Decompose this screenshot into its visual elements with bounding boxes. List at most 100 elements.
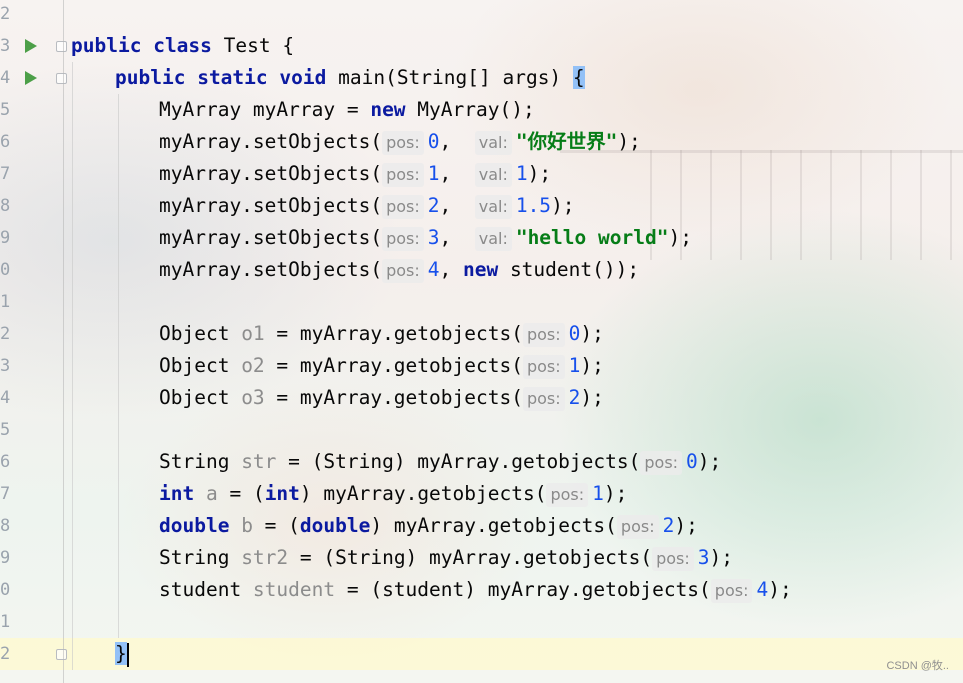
code-text: MyArray myArray = <box>159 98 371 121</box>
parameter-hint: val: <box>474 195 512 219</box>
parameter-hint: pos: <box>382 131 424 155</box>
code-text: = ( <box>252 514 300 537</box>
keyword: new <box>462 258 499 281</box>
unused-variable: o1 <box>241 322 265 345</box>
line-number: 4 <box>0 68 11 88</box>
parameter-hint: pos: <box>522 387 565 411</box>
code-text: ); <box>697 450 722 473</box>
unused-variable: str <box>241 450 277 473</box>
parameter-hint: pos: <box>522 355 565 379</box>
code-text: = myArray.getobjects( <box>264 322 523 345</box>
keyword: class <box>153 34 212 57</box>
string-literal: "hello world" <box>515 226 669 249</box>
indent-guide <box>118 94 119 638</box>
code-line[interactable]: myArray.setObjects(pos: 1, val: 1); <box>159 158 551 190</box>
string-literal: "你好世界" <box>515 130 618 153</box>
code-line[interactable]: myArray.setObjects(pos: 3, val: "hello wor… <box>159 222 692 254</box>
code-line[interactable]: myArray.setObjects(pos: 4, new student())… <box>159 254 639 286</box>
line-number: 0 <box>0 260 11 280</box>
code-line[interactable]: String str2 = (String) myArray.getobject… <box>159 542 733 574</box>
code-line[interactable]: student student = (student) myArray.geto… <box>159 574 792 606</box>
line-number: 7 <box>0 164 11 184</box>
unused-variable: o3 <box>241 386 265 409</box>
code-text: student()); <box>498 258 640 281</box>
code-line[interactable]: double b = (double) myArray.getobjects(p… <box>159 510 698 542</box>
keyword: double <box>159 514 230 537</box>
code-line[interactable]: Object o1 = myArray.getobjects(pos: 0); <box>159 318 604 350</box>
code-line[interactable]: public class Test { <box>71 30 294 62</box>
parameter-hint: pos: <box>616 515 659 539</box>
number-literal: 1 <box>427 162 440 185</box>
code-text: ); <box>674 514 698 537</box>
gutter-divider <box>63 0 64 683</box>
number-literal: 0 <box>686 450 698 473</box>
unused-variable: a <box>194 482 218 505</box>
number-literal: 1.5 <box>515 194 552 217</box>
keyword: public <box>115 66 186 89</box>
run-main-icon[interactable] <box>25 71 37 85</box>
code-line[interactable]: public static void main(String[] args) { <box>115 62 585 94</box>
number-literal: 1 <box>568 354 581 377</box>
code-text: Object <box>159 386 242 409</box>
code-line[interactable]: Object o2 = myArray.getobjects(pos: 1); <box>159 350 604 382</box>
line-number: 8 <box>0 516 11 536</box>
parameter-hint: pos: <box>382 259 424 283</box>
parameter-hint: pos: <box>652 547 694 571</box>
code-line[interactable]: myArray.setObjects(pos: 2, val: 1.5); <box>159 190 575 222</box>
line-number: 7 <box>0 484 11 504</box>
code-text: , <box>439 130 452 153</box>
line-number: 1 <box>0 612 11 632</box>
code-text: myArray.setObjects( <box>159 162 383 185</box>
keyword: static <box>197 66 268 89</box>
code-text: , <box>439 226 452 249</box>
number-literal: 0 <box>427 130 440 153</box>
code-text: ); <box>617 130 641 153</box>
editor-gutter: 2 3 4 5 6 7 8 9 0 1 2 3 4 5 6 7 8 9 0 1 … <box>0 0 67 683</box>
number-literal: 4 <box>756 578 769 601</box>
code-text: ); <box>580 354 604 377</box>
parameter-hint: val: <box>474 227 512 251</box>
indent-guide <box>72 62 73 670</box>
code-text: Object <box>159 354 242 377</box>
code-text: myArray.setObjects( <box>159 258 383 281</box>
number-literal: 2 <box>568 386 581 409</box>
fold-marker-icon[interactable] <box>56 41 67 52</box>
code-line[interactable]: Object o3 = myArray.getobjects(pos: 2); <box>159 382 604 414</box>
code-text: ); <box>768 578 792 601</box>
code-line[interactable]: myArray.setObjects(pos: 0, val: "你好世界"); <box>159 126 641 158</box>
code-text: student <box>159 578 253 601</box>
parameter-hint: pos: <box>382 227 424 251</box>
matched-brace: { <box>572 66 585 89</box>
line-number: 9 <box>0 548 11 568</box>
code-line[interactable]: int a = (int) myArray.getobjects(pos: 1); <box>159 478 627 510</box>
keyword: public <box>71 34 142 57</box>
line-number: 8 <box>0 196 11 216</box>
line-number: 3 <box>0 356 11 376</box>
code-text: , <box>439 162 452 185</box>
fold-marker-icon[interactable] <box>56 73 67 84</box>
number-literal: 2 <box>662 514 675 537</box>
code-text: = (student) myArray.getobjects( <box>335 578 711 601</box>
number-literal: 2 <box>427 194 440 217</box>
fold-marker-icon[interactable] <box>56 649 67 660</box>
line-number: 4 <box>0 388 11 408</box>
code-text: myArray.setObjects( <box>159 194 383 217</box>
number-literal: 3 <box>427 226 440 249</box>
text-cursor <box>126 642 129 667</box>
code-line[interactable]: MyArray myArray = new MyArray(); <box>159 94 535 126</box>
code-text: myArray.setObjects( <box>159 226 383 249</box>
code-text: = (String) myArray.getobjects( <box>276 450 641 473</box>
code-text: ); <box>551 194 575 217</box>
run-class-icon[interactable] <box>25 39 37 53</box>
code-text: Object <box>159 322 242 345</box>
parameter-hint: pos: <box>710 579 753 603</box>
code-line[interactable]: String str = (String) myArray.getobjects… <box>159 446 721 478</box>
watermark: CSDN @牧.. <box>886 660 949 672</box>
parameter-hint: pos: <box>522 323 565 347</box>
code-text: main(String[] args) <box>326 66 573 89</box>
line-number: 2 <box>0 644 11 664</box>
parameter-hint: pos: <box>382 195 424 219</box>
code-text: ); <box>668 226 692 249</box>
keyword: new <box>370 98 406 121</box>
code-line[interactable]: } <box>115 638 129 670</box>
